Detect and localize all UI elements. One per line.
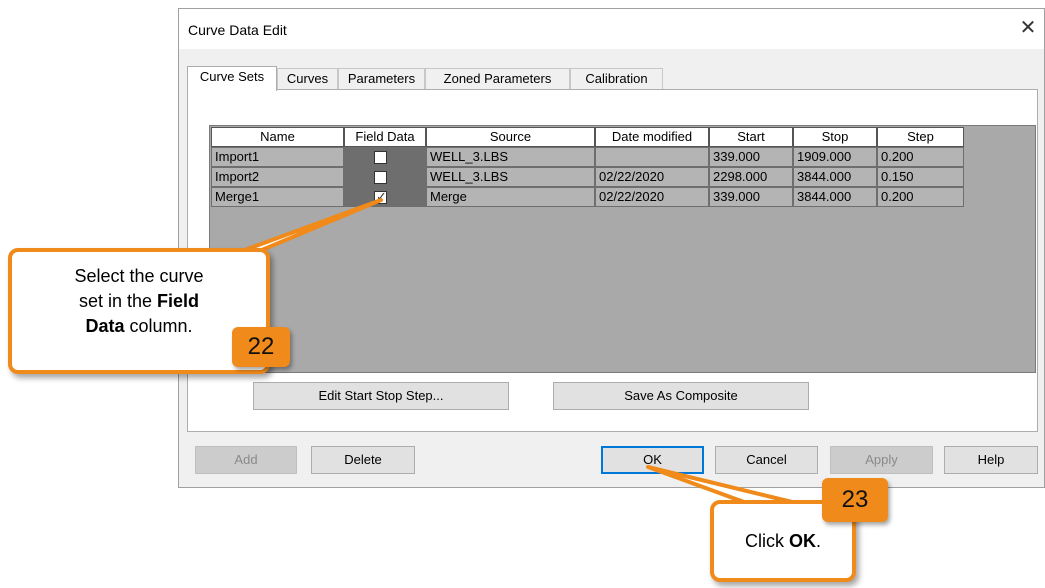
- callout-23-pointer: [646, 465, 794, 504]
- callout-22-line1: Select the curve: [74, 266, 204, 286]
- callout-22: Select the curve set in the Field Data c…: [8, 248, 270, 374]
- callout-22-line3: Data column.: [85, 316, 193, 336]
- step-23-badge: 23: [822, 478, 888, 522]
- step-22-badge: 22: [232, 327, 290, 367]
- callout-22-line2: set in the Field: [78, 291, 200, 311]
- tab-curve-sets[interactable]: Curve Sets: [187, 66, 277, 91]
